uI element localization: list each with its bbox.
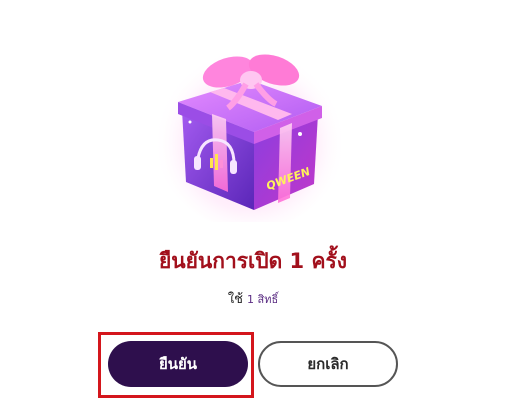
usage-line: ใช้ 1 สิทธิ์: [0, 288, 506, 312]
cancel-button[interactable]: ยกเลิก: [258, 341, 398, 387]
usage-count: 1 สิทธิ์: [246, 293, 279, 306]
confirm-button-label: ยืนยัน: [158, 355, 198, 373]
cancel-button-label: ยกเลิก: [307, 355, 349, 373]
confirm-button[interactable]: ยืนยัน: [108, 341, 248, 387]
usage-label: ใช้: [227, 292, 243, 307]
confirm-open-dialog: QWEEN ยืนยันการเปิด 1 ครั้ง ใช้ 1 สิทธิ์ …: [0, 0, 506, 420]
gift-box-icon: QWEEN: [150, 22, 350, 222]
dialog-title: ยืนยันการเปิด 1 ครั้ง: [158, 249, 348, 273]
